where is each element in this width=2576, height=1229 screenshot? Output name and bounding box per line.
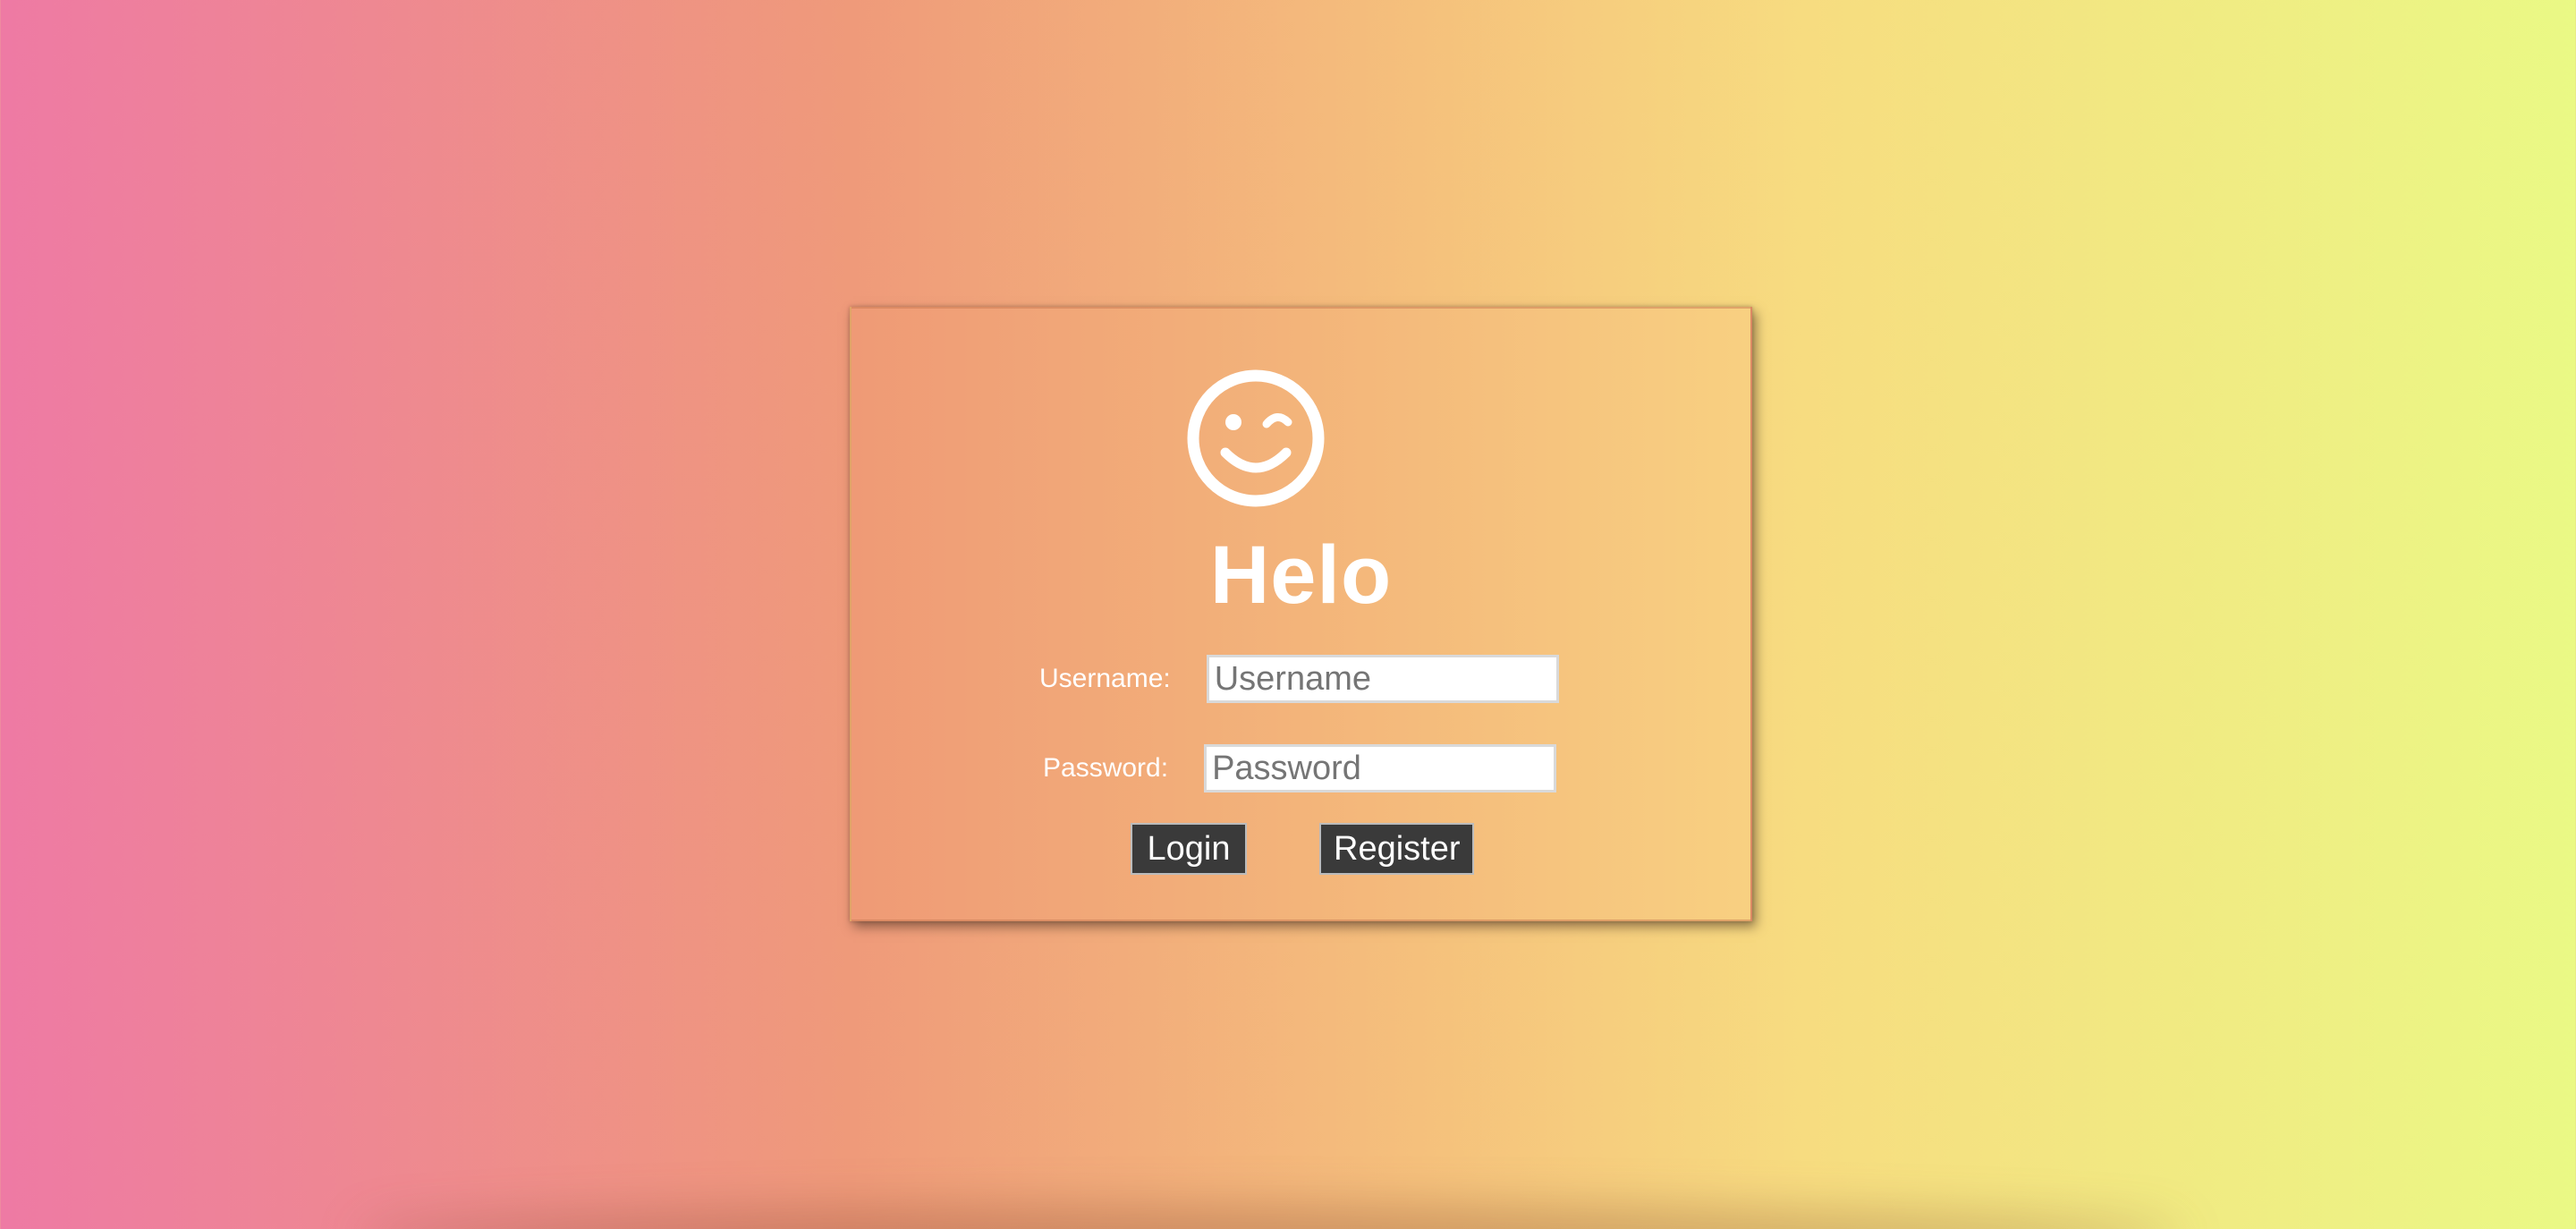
username-label: Username:: [1039, 664, 1171, 693]
password-row: Password:: [1043, 744, 1557, 792]
password-label: Password:: [1043, 753, 1169, 783]
page-title: Helo: [1209, 530, 1393, 621]
page-bottom-shadow: [358, 1211, 2182, 1229]
username-row: Username:: [1039, 655, 1559, 703]
username-input[interactable]: [1206, 655, 1559, 703]
register-button[interactable]: Register: [1319, 823, 1474, 875]
password-input[interactable]: [1204, 744, 1557, 792]
wink-smiley-icon: [1187, 369, 1325, 507]
login-button[interactable]: Login: [1131, 823, 1247, 875]
login-card: Helo Username: Password: Login Register: [850, 307, 1752, 921]
